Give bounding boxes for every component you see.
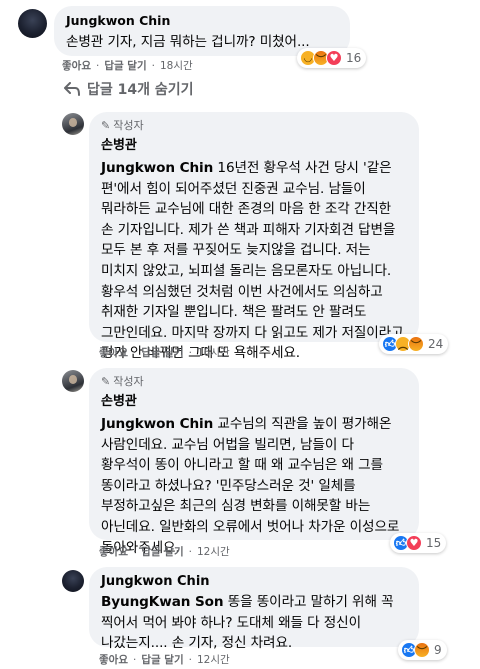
timestamp[interactable]: 12시간 — [197, 652, 230, 667]
like-button[interactable]: 좋아요 — [99, 345, 128, 360]
separator: · — [151, 59, 155, 72]
comment-bubble: ✎ 작성자 손병관 Jungkwon Chin 교수님의 직관을 높이 평가해온… — [89, 368, 419, 556]
author-badge-label: 작성자 — [113, 375, 144, 388]
separator: · — [132, 653, 137, 666]
comment-author[interactable]: 손병관 — [101, 393, 407, 410]
separator: · — [95, 59, 100, 72]
comment-author[interactable]: 손병관 — [101, 137, 407, 154]
avatar[interactable] — [18, 9, 47, 38]
reaction-count: 24 — [428, 337, 444, 351]
separator: · — [188, 346, 192, 359]
avatar[interactable] — [62, 370, 84, 392]
comment-actions: 좋아요 · 답글 달기 · 12시간 — [99, 544, 230, 559]
pen-icon: ✎ — [101, 119, 111, 132]
reaction-count: 16 — [346, 51, 362, 65]
mention-link[interactable]: ByungKwan Son — [101, 594, 224, 610]
like-button[interactable]: 좋아요 — [99, 544, 128, 559]
comment-author[interactable]: Jungkwon Chin — [101, 573, 407, 590]
mention-link[interactable]: Jungkwon Chin — [101, 416, 213, 432]
author-badge: ✎ 작성자 — [101, 118, 407, 134]
reaction-count: 15 — [426, 536, 442, 550]
separator: · — [188, 653, 192, 666]
love-icon: ♥ — [406, 535, 422, 551]
comment-body: 16년전 황우석 사건 당시 '같은 편'에서 힘이 되어주셨던 진중권 교수님… — [101, 160, 404, 362]
avatar[interactable] — [62, 570, 84, 592]
timestamp[interactable]: 12시간 — [197, 544, 230, 559]
mention-link[interactable]: Jungkwon Chin — [101, 160, 213, 176]
reply-button[interactable]: 답글 달기 — [104, 58, 146, 73]
comment-bubble: ✎ 작성자 손병관 Jungkwon Chin 16년전 황우석 사건 당시 '… — [89, 112, 419, 361]
comment-author[interactable]: Jungkwon Chin — [66, 12, 338, 29]
angry-icon: ︶ — [414, 642, 430, 658]
reply-arrow-icon — [64, 82, 80, 96]
comment-actions: 좋아요 · 답글 달기 · 12시간 — [99, 652, 230, 667]
author-badge: ✎ 작성자 — [101, 374, 407, 390]
pen-icon: ✎ — [101, 375, 111, 388]
timestamp[interactable]: 16시간 — [197, 345, 230, 360]
separator: · — [132, 346, 137, 359]
timestamp[interactable]: 18시간 — [160, 58, 193, 73]
reaction-summary[interactable]: 👍︎ ♥ 15 — [390, 533, 447, 553]
author-badge-label: 작성자 — [113, 119, 144, 132]
reaction-summary[interactable]: 👍︎ ︶ 9 — [398, 640, 447, 660]
separator: · — [132, 545, 137, 558]
reply-button[interactable]: 답글 달기 — [141, 345, 183, 360]
reply-button[interactable]: 답글 달기 — [141, 544, 183, 559]
comment-actions: 좋아요 · 답글 달기 · 18시간 — [62, 58, 193, 73]
love-icon: ♥ — [326, 50, 342, 66]
separator: · — [188, 545, 192, 558]
like-button[interactable]: 좋아요 — [99, 652, 128, 667]
comment-text: Jungkwon Chin 16년전 황우석 사건 당시 '같은 편'에서 힘이… — [101, 158, 407, 364]
comment-actions: 좋아요 · 답글 달기 · 16시간 — [99, 345, 230, 360]
reaction-count: 9 — [434, 643, 442, 657]
avatar[interactable] — [62, 113, 84, 135]
like-button[interactable]: 좋아요 — [62, 58, 91, 73]
comment-text: 손병관 기자, 지금 뭐하는 겁니까? 미쳤어... — [66, 34, 310, 50]
comment-text: Jungkwon Chin 교수님의 직관을 높이 평가해온 사람인데요. 교수… — [101, 414, 407, 558]
reply-button[interactable]: 답글 달기 — [141, 652, 183, 667]
comment-text: ByungKwan Son 똥을 똥이라고 말하기 위해 꼭 찍어서 먹어 봐야… — [101, 592, 407, 654]
angry-icon: ︶ — [408, 336, 424, 352]
hide-replies-label: 답글 14개 숨기기 — [87, 82, 194, 98]
comment-body: 교수님의 직관을 높이 평가해온 사람인데요. 교수님 어법을 빌리면, 남들이… — [101, 416, 400, 556]
reaction-summary[interactable]: 👍︎ ︵ ︶ 24 — [379, 334, 449, 354]
comment-bubble: Jungkwon Chin ByungKwan Son 똥을 똥이라고 말하기 … — [89, 567, 419, 651]
hide-replies-button[interactable]: 답글 14개 숨기기 — [63, 79, 194, 99]
reaction-summary[interactable]: ◡ ︶ ♥ 16 — [297, 48, 367, 68]
